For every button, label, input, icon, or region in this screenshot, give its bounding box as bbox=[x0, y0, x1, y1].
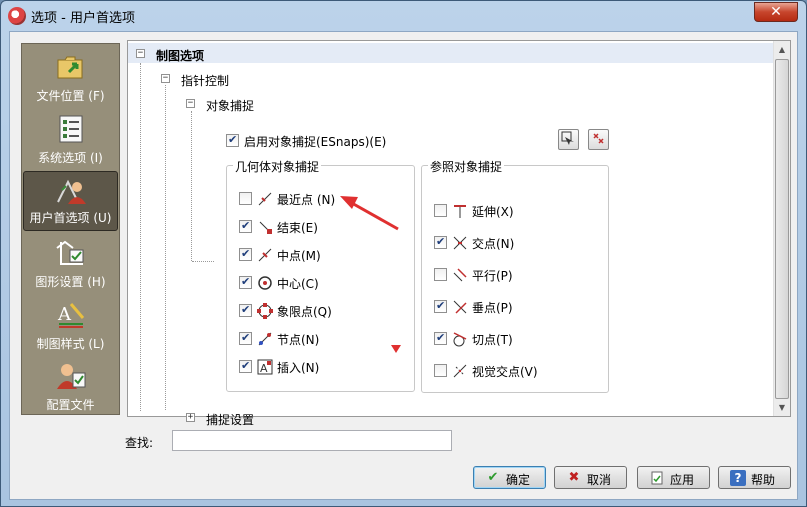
cancel-button[interactable]: ✖ 取消 bbox=[554, 466, 627, 489]
sidebar-item-label: 用户首选项 (U) bbox=[29, 211, 112, 225]
options-dialog: 选项 - 用户首选项 ✕ 文件位置 (F) 系统选项 (I) 用户首选项 (U)… bbox=[0, 0, 807, 507]
sidebar-item-file-locations[interactable]: 文件位置 (F) bbox=[23, 48, 118, 108]
window-title: 选项 - 用户首选项 bbox=[31, 11, 135, 26]
sidebar-item-user-preferences[interactable]: 用户首选项 (U) bbox=[23, 171, 118, 231]
sidebar-item-label: 制图样式 (L) bbox=[36, 337, 105, 351]
dialog-body: 文件位置 (F) 系统选项 (I) 用户首选项 (U) 图形设置 (H) A 制… bbox=[9, 31, 798, 500]
options-tree-panel: − 制图选项 − 指针控制 − 对象捕捉 启用对象捕捉(ESnaps)(E) bbox=[127, 40, 791, 427]
sidebar-item-label: 文件位置 (F) bbox=[36, 89, 105, 103]
cancel-x-icon: ✖ bbox=[568, 470, 580, 485]
sidebar-item-drafting-styles[interactable]: A 制图样式 (L) bbox=[23, 296, 118, 356]
help-question-icon: ? bbox=[730, 470, 746, 486]
ok-button[interactable]: ✔ 确定 bbox=[473, 466, 546, 489]
profile-icon bbox=[57, 364, 86, 389]
sidebar-item-label: 图形设置 (H) bbox=[35, 275, 106, 289]
annotation-arrow-icon bbox=[340, 196, 399, 231]
find-input[interactable] bbox=[172, 430, 452, 451]
sidebar-item-label: 系统选项 (I) bbox=[38, 151, 103, 165]
scroll-thumb[interactable] bbox=[775, 59, 789, 399]
sidebar-item-label: 配置文件 bbox=[46, 398, 95, 412]
scroll-up-arrow-icon[interactable]: ▲ bbox=[774, 41, 790, 58]
app-logo-icon bbox=[8, 7, 26, 25]
close-button[interactable]: ✕ bbox=[754, 2, 798, 22]
checkmark-icon: ✔ bbox=[487, 470, 499, 485]
drafting-style-icon: A bbox=[57, 303, 85, 328]
apply-doc-icon bbox=[651, 471, 663, 485]
tree-scrollbar[interactable]: ▲ ▼ bbox=[773, 41, 790, 416]
checklist-icon bbox=[59, 115, 83, 143]
svg-text:A: A bbox=[57, 304, 72, 325]
apply-button[interactable]: 应用 bbox=[637, 466, 710, 489]
scroll-down-arrow-icon[interactable]: ▼ bbox=[774, 399, 790, 416]
graphics-settings-icon bbox=[56, 240, 84, 265]
sidebar-item-system-options[interactable]: 系统选项 (I) bbox=[23, 110, 118, 170]
folder-arrow-icon bbox=[57, 56, 83, 79]
title-bar[interactable]: 选项 - 用户首选项 ✕ bbox=[1, 1, 806, 31]
sidebar-item-graphics-settings[interactable]: 图形设置 (H) bbox=[23, 234, 118, 294]
find-label: 查找: bbox=[125, 436, 154, 450]
user-preferences-icon bbox=[57, 179, 86, 204]
category-sidebar: 文件位置 (F) 系统选项 (I) 用户首选项 (U) 图形设置 (H) A 制… bbox=[21, 43, 120, 415]
help-button[interactable]: ? 帮助 bbox=[718, 466, 791, 489]
sidebar-item-profiles[interactable]: 配置文件 bbox=[23, 357, 118, 417]
